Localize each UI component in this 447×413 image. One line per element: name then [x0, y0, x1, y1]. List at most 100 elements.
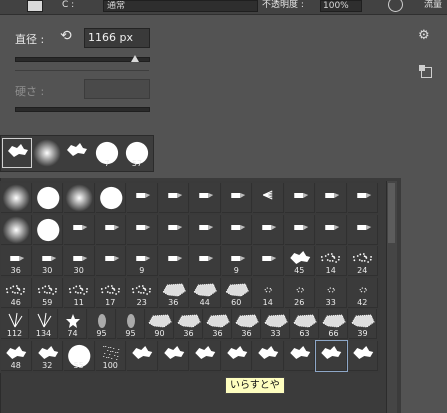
soft-round-brush-preset[interactable] [1, 214, 32, 245]
tip-brush-preset[interactable]: 30 [32, 246, 63, 276]
texture-brush-preset[interactable]: 90 [146, 309, 174, 339]
dot-brush-preset[interactable]: 26 [284, 277, 315, 308]
tip-brush-preset[interactable] [253, 214, 284, 245]
splatter-brush-preset[interactable] [221, 340, 252, 371]
noise-brush-preset[interactable]: 100 [95, 340, 126, 371]
size-slider[interactable] [15, 57, 150, 62]
dot-brush-preset[interactable]: 33 [316, 277, 347, 308]
texture-brush-preset[interactable]: 63 [291, 309, 319, 339]
texture-brush-preset[interactable]: 66 [320, 309, 348, 339]
grass-brush-preset[interactable]: 134 [30, 309, 58, 339]
brush-size-label: 24 [357, 266, 368, 275]
scrollbar-thumb[interactable] [388, 183, 395, 243]
tip-brush-preset[interactable]: 9 [221, 246, 252, 276]
tip-brush-preset[interactable]: 30 [64, 246, 95, 276]
tip-brush-preset[interactable] [316, 214, 347, 245]
recent-brush-splatter-icon[interactable] [62, 138, 92, 168]
tip-brush-preset[interactable] [158, 214, 189, 245]
reset-size-icon[interactable]: ⟲ [60, 28, 72, 44]
splatter-brush-preset[interactable]: 48 [1, 340, 32, 371]
scatter-brush-preset[interactable]: 24 [347, 246, 378, 276]
new-preset-icon[interactable] [419, 65, 432, 78]
gear-icon[interactable]: ⚙ [418, 28, 430, 43]
scrollbar[interactable] [386, 181, 397, 413]
brush-size-label: 55 [73, 360, 84, 370]
scatter-brush-preset[interactable]: 59 [32, 277, 63, 308]
size-slider-thumb[interactable] [131, 55, 139, 62]
recent-brush-hard-round-icon[interactable]: 7 [92, 138, 122, 168]
splatter-brush-preset[interactable] [127, 340, 158, 371]
scatter-brush-preset[interactable]: 14 [316, 246, 347, 276]
texture-brush-preset[interactable]: 36 [204, 309, 232, 339]
dot-brush-preset[interactable]: 14 [253, 277, 284, 308]
size-field[interactable]: 1166 px [84, 28, 150, 48]
leaf-brush-preset[interactable]: 95 [88, 309, 116, 339]
splatter-brush-preset[interactable] [284, 340, 315, 371]
splatter-brush-preset[interactable] [315, 339, 348, 372]
soft-round-brush-preset[interactable] [1, 183, 32, 213]
hardness-field[interactable] [84, 79, 150, 99]
splatter-brush-preset[interactable]: 45 [284, 246, 315, 276]
tip-brush-preset[interactable] [190, 214, 221, 245]
hard-round-brush-preset[interactable] [32, 183, 63, 213]
brush-size-label: 45 [294, 266, 305, 275]
tip-brush-preset[interactable] [221, 214, 252, 245]
tip-brush-preset[interactable] [316, 183, 347, 213]
texture-brush-preset[interactable]: 36 [158, 277, 189, 308]
tip-brush-preset[interactable]: 9 [127, 246, 158, 276]
texture-brush-preset[interactable]: 33 [262, 309, 290, 339]
splatter-brush-preset[interactable] [347, 340, 378, 371]
splatter-brush-preset[interactable]: 32 [32, 340, 63, 371]
tip-brush-preset[interactable] [190, 183, 221, 213]
leaf-brush-preset[interactable]: 95 [117, 309, 145, 339]
tip-brush-preset[interactable] [158, 246, 189, 276]
texture-brush-preset[interactable]: 39 [349, 309, 377, 339]
brush-size-label: 63 [299, 329, 310, 338]
star-brush-preset[interactable]: 74 [59, 309, 87, 339]
texture-brush-preset[interactable]: 36 [175, 309, 203, 339]
texture-brush-preset[interactable]: 44 [190, 277, 221, 308]
splatter-brush-preset[interactable] [190, 340, 221, 371]
fan-brush-preset[interactable] [253, 183, 284, 213]
hard-round-brush-preset[interactable]: 55 [64, 340, 95, 371]
brush-size-label: 46 [10, 297, 21, 307]
scatter-brush-preset[interactable]: 17 [95, 277, 126, 308]
tip-brush-preset[interactable] [347, 183, 378, 213]
tool-preset-icon[interactable] [27, 0, 43, 12]
tip-brush-preset[interactable] [253, 246, 284, 276]
tip-brush-preset[interactable] [347, 214, 378, 245]
recent-brush-hard-round-icon[interactable]: 57 [122, 138, 152, 168]
hardness-slider[interactable] [15, 107, 150, 112]
blend-mode-select[interactable]: 通常 [103, 0, 258, 12]
tablet-pressure-icon[interactable] [388, 0, 403, 12]
soft-round-brush-preset[interactable] [64, 183, 95, 213]
recent-brush-splatter-icon[interactable] [2, 138, 32, 168]
tip-brush-preset[interactable] [127, 214, 158, 245]
tip-brush-preset[interactable] [158, 183, 189, 213]
scatter-brush-preset[interactable]: 23 [127, 277, 158, 308]
tip-brush-preset[interactable] [284, 183, 315, 213]
scatter-brush-preset[interactable]: 11 [64, 277, 95, 308]
tip-brush-preset[interactable]: 36 [1, 246, 32, 276]
opacity-field[interactable]: 100% [320, 0, 362, 12]
tip-brush-preset[interactable] [284, 214, 315, 245]
dot-brush-preset[interactable]: 42 [347, 277, 378, 308]
texture-brush-preset[interactable]: 36 [233, 309, 261, 339]
grass-brush-preset[interactable]: 112 [1, 309, 29, 339]
tip-brush-preset[interactable] [190, 246, 221, 276]
hard-round-brush-preset[interactable] [95, 183, 126, 213]
tip-brush-preset[interactable] [127, 183, 158, 213]
hard-round-brush-preset[interactable] [32, 214, 63, 245]
tip-brush-preset[interactable] [64, 214, 95, 245]
splatter-brush-preset[interactable] [253, 340, 284, 371]
tip-brush-preset[interactable] [221, 183, 252, 213]
tip-brush-preset[interactable] [95, 246, 126, 276]
tip-brush-preset[interactable] [95, 214, 126, 245]
scatter-brush-preset[interactable]: 46 [1, 277, 32, 308]
recent-brush-soft-round-icon[interactable] [32, 138, 62, 168]
brush-size-label: 39 [357, 329, 368, 338]
texture-brush-preset[interactable]: 60 [221, 277, 252, 308]
splatter-brush-preset[interactable] [158, 340, 189, 371]
tip-brush-icon [293, 224, 308, 230]
tip-brush-icon [199, 224, 214, 230]
